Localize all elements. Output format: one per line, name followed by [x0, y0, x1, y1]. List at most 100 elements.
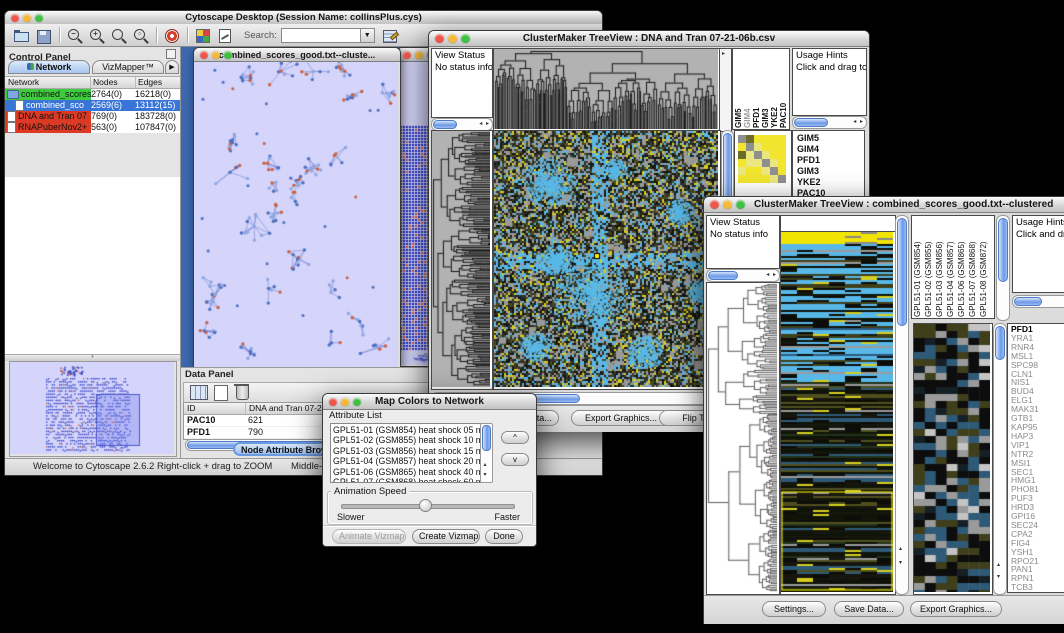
- cm2-column-label[interactable]: GPL51-08 (GSM872): [979, 217, 990, 317]
- move-down-button[interactable]: v: [501, 453, 529, 466]
- mini-heatmap-cell[interactable]: [770, 167, 778, 175]
- network-row[interactable]: DNA and Tran 07769(0)183728(0): [5, 111, 180, 122]
- mini-heatmap-cell[interactable]: [778, 151, 786, 159]
- mini-heatmap-cell[interactable]: [754, 151, 762, 159]
- mini-heatmap-cell[interactable]: [770, 159, 778, 167]
- attribute-list-item[interactable]: GPL51-04 (GSM857) heat shock 20 min: [333, 456, 479, 466]
- cm1-column-label[interactable]: GIM5: [734, 50, 743, 128]
- settings-button[interactable]: Settings...: [762, 601, 826, 617]
- cm2-usage-hints-hscrollbar[interactable]: ◂ ▸: [1012, 295, 1064, 308]
- mini-heatmap-cell[interactable]: [738, 167, 746, 175]
- animate-vizmap-button[interactable]: Animate Vizmap: [332, 529, 406, 544]
- minimize-button[interactable]: [212, 51, 220, 59]
- cm2-column-labels-vscrollbar[interactable]: [996, 215, 1010, 321]
- cm2-heatmap-vscrollbar[interactable]: ▴ ▾: [895, 215, 909, 595]
- mini-heatmap-cell[interactable]: [762, 135, 770, 143]
- mini-heatmap-cell[interactable]: [754, 167, 762, 175]
- mini-heatmap-cell[interactable]: [754, 159, 762, 167]
- cm1-column-label[interactable]: YKE2: [770, 50, 779, 128]
- delete-attribute-icon[interactable]: [236, 385, 249, 400]
- mini-heatmap-cell[interactable]: [762, 159, 770, 167]
- mini-heatmap-cell[interactable]: [762, 143, 770, 151]
- cm2-zoom-heatmap-canvas[interactable]: [914, 324, 990, 592]
- cm2-column-label[interactable]: GPL51-01 (GSM854): [913, 217, 924, 317]
- attribute-list-item[interactable]: GPL51-06 (GSM865) heat shock 40 min: [333, 467, 479, 477]
- mini-heatmap-cell[interactable]: [770, 135, 778, 143]
- mini-heatmap-cell[interactable]: [770, 143, 778, 151]
- tab-network[interactable]: Network: [8, 60, 90, 74]
- attribute-list-item[interactable]: GPL51-07 (GSM868) heat shock 60 min: [333, 477, 479, 483]
- cm1-row-label[interactable]: GIM4: [797, 144, 860, 155]
- table-edit-icon[interactable]: [381, 27, 399, 44]
- cm1-column-label[interactable]: GIM3: [761, 50, 770, 128]
- cm1-titlebar[interactable]: ClusterMaker TreeView : DNA and Tran 07-…: [429, 31, 869, 47]
- cm1-column-label[interactable]: PFD1: [752, 50, 761, 128]
- minimize-button[interactable]: [448, 34, 457, 43]
- tab-overflow-arrow[interactable]: ▶: [165, 60, 179, 74]
- gene-label[interactable]: PEP5: [1011, 592, 1064, 593]
- zoom-selected-icon[interactable]: ▫: [132, 27, 150, 44]
- cm2-heatmap-canvas[interactable]: [781, 232, 893, 592]
- network-overview-canvas[interactable]: [10, 362, 174, 454]
- create-vizmap-button[interactable]: Create Vizmap: [412, 529, 480, 544]
- zoom-button[interactable]: [736, 200, 745, 209]
- cm1-row-dendrogram-canvas[interactable]: [432, 131, 490, 387]
- zoom-button[interactable]: [35, 14, 43, 22]
- mini-heatmap-cell[interactable]: [770, 151, 778, 159]
- scroll-thumb[interactable]: [998, 218, 1008, 282]
- close-button[interactable]: [710, 200, 719, 209]
- close-button[interactable]: [200, 51, 208, 59]
- cm2-view-status-hscrollbar[interactable]: ◂ ▸: [706, 269, 780, 282]
- attribute-list-item[interactable]: GPL51-02 (GSM855) heat shock 10 min: [333, 435, 479, 445]
- mini-heatmap-cell[interactable]: [746, 135, 754, 143]
- cm1-row-label[interactable]: YKE2: [797, 177, 860, 188]
- cm1-row-label[interactable]: PFD1: [797, 155, 860, 166]
- mini-heatmap-cell[interactable]: [746, 175, 754, 183]
- attribute-list-vscrollbar[interactable]: ▴ ▾: [480, 423, 493, 483]
- mini-heatmap-cell[interactable]: [778, 159, 786, 167]
- close-button[interactable]: [329, 398, 337, 406]
- float-panel-icon[interactable]: [166, 49, 176, 59]
- network-row[interactable]: combined_scores2764(0)16218(0): [5, 89, 180, 100]
- cm2-zoom-vscrollbar[interactable]: ▴ ▾: [993, 323, 1007, 595]
- mini-heatmap-cell[interactable]: [778, 167, 786, 175]
- scroll-thumb[interactable]: [1014, 297, 1042, 306]
- mini-heatmap-cell[interactable]: [762, 175, 770, 183]
- data-col-id[interactable]: ID: [184, 403, 246, 414]
- zoom-fit-icon[interactable]: [110, 27, 128, 44]
- mini-heatmap-cell[interactable]: [738, 151, 746, 159]
- minimize-button[interactable]: [23, 14, 31, 22]
- save-data-button[interactable]: Save Data...: [834, 601, 904, 617]
- mini-heatmap-cell[interactable]: [738, 159, 746, 167]
- annotation-icon[interactable]: [216, 27, 234, 44]
- zoom-button[interactable]: [461, 34, 470, 43]
- cm1-row-label[interactable]: GIM5: [797, 133, 860, 144]
- scroll-thumb[interactable]: [995, 326, 1005, 360]
- open-folder-icon[interactable]: [13, 27, 31, 44]
- cm2-titlebar[interactable]: ClusterMaker TreeView : combined_scores_…: [704, 197, 1064, 213]
- scroll-thumb[interactable]: [897, 218, 907, 326]
- search-input[interactable]: [281, 28, 361, 43]
- cm2-column-label[interactable]: GPL51-04 (GSM857): [946, 217, 957, 317]
- cm1-column-dendrogram-canvas[interactable]: [494, 49, 718, 129]
- zoom-out-icon[interactable]: −: [66, 27, 84, 44]
- mini-heatmap-cell[interactable]: [738, 143, 746, 151]
- minimize-button[interactable]: [415, 51, 423, 59]
- mini-heatmap-cell[interactable]: [738, 135, 746, 143]
- scroll-thumb[interactable]: [794, 118, 828, 127]
- help-ring-icon[interactable]: [163, 27, 181, 44]
- cm2-column-label[interactable]: GPL51-02 (GSM855): [924, 217, 935, 317]
- scroll-thumb[interactable]: [482, 425, 491, 451]
- close-button[interactable]: [403, 51, 411, 59]
- mini-heatmap-cell[interactable]: [738, 175, 746, 183]
- mini-heatmap-cell[interactable]: [762, 151, 770, 159]
- network-row[interactable]: combined_sco2569(6)13112(15): [5, 100, 180, 111]
- mini-heatmap-cell[interactable]: [778, 135, 786, 143]
- mini-heatmap-cell[interactable]: [778, 175, 786, 183]
- cm2-column-label[interactable]: GPL51-06 (GSM865): [957, 217, 968, 317]
- export-graphics-button[interactable]: Export Graphics...: [571, 410, 671, 426]
- network-row[interactable]: RNAPuberNov2+563(0)107847(0): [5, 122, 180, 133]
- mini-heatmap-cell[interactable]: [746, 143, 754, 151]
- mini-heatmap-cell[interactable]: [746, 151, 754, 159]
- main-titlebar[interactable]: Cytoscape Desktop (Session Name: collins…: [5, 11, 602, 25]
